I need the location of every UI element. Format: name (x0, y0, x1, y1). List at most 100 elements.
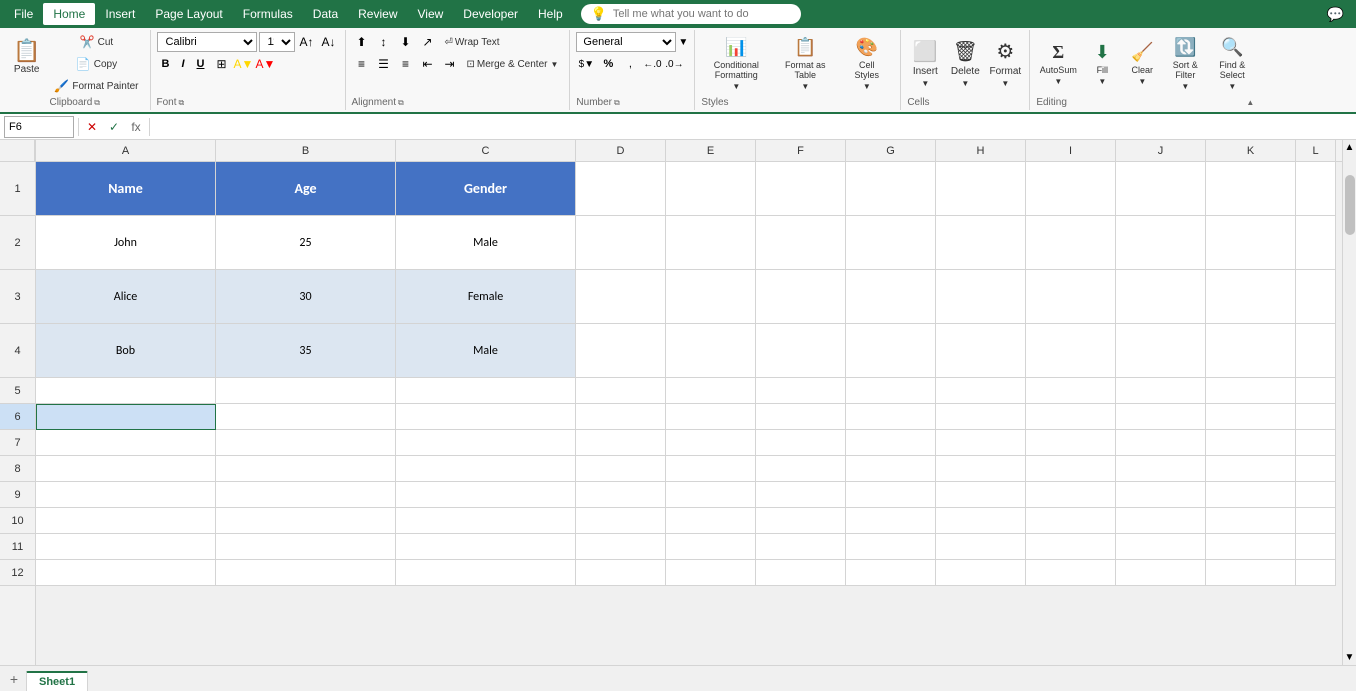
cell-a2[interactable]: John (36, 216, 216, 270)
row-header-2[interactable]: 2 (0, 216, 35, 270)
cell-l12[interactable] (1296, 560, 1336, 586)
cell-b2[interactable]: 25 (216, 216, 396, 270)
cell-d12[interactable] (576, 560, 666, 586)
cell-b8[interactable] (216, 456, 396, 482)
menu-review[interactable]: Review (348, 3, 407, 25)
cell-i12[interactable] (1026, 560, 1116, 586)
cell-k10[interactable] (1206, 508, 1296, 534)
cell-d6[interactable] (576, 404, 666, 430)
cell-b3[interactable]: 30 (216, 270, 396, 324)
alignment-expand-icon[interactable]: ⧉ (398, 98, 404, 108)
italic-button[interactable]: I (176, 54, 189, 74)
cell-i6[interactable] (1026, 404, 1116, 430)
col-header-d[interactable]: D (576, 140, 666, 161)
autosum-button[interactable]: Σ AutoSum ▼ (1036, 36, 1080, 92)
cell-a5[interactable] (36, 378, 216, 404)
cell-k9[interactable] (1206, 482, 1296, 508)
cell-c5[interactable] (396, 378, 576, 404)
cell-a9[interactable] (36, 482, 216, 508)
menu-page-layout[interactable]: Page Layout (145, 3, 232, 25)
menu-data[interactable]: Data (303, 3, 348, 25)
cell-g3[interactable] (846, 270, 936, 324)
cell-b11[interactable] (216, 534, 396, 560)
col-header-b[interactable]: B (216, 140, 396, 161)
cell-c1[interactable]: Gender (396, 162, 576, 216)
cell-h5[interactable] (936, 378, 1026, 404)
format-as-table-button[interactable]: 📋 Format as Table ▼ (775, 36, 835, 92)
accounting-format-button[interactable]: $▼ (576, 54, 596, 74)
cell-l4[interactable] (1296, 324, 1336, 378)
border-button[interactable]: ⊞ (211, 54, 231, 74)
align-top-button[interactable]: ⬆ (352, 32, 372, 52)
cell-c7[interactable] (396, 430, 576, 456)
cell-f2[interactable] (756, 216, 846, 270)
font-expand-icon[interactable]: ⧉ (179, 98, 185, 108)
cell-j2[interactable] (1116, 216, 1206, 270)
comma-button[interactable]: , (620, 54, 640, 74)
cell-b7[interactable] (216, 430, 396, 456)
cell-l9[interactable] (1296, 482, 1336, 508)
cell-j1[interactable] (1116, 162, 1206, 216)
col-header-c[interactable]: C (396, 140, 576, 161)
col-header-j[interactable]: J (1116, 140, 1206, 161)
paste-button[interactable]: 📋 Paste (6, 30, 47, 86)
col-header-l[interactable]: L (1296, 140, 1336, 161)
cell-i11[interactable] (1026, 534, 1116, 560)
tell-me-input[interactable] (613, 8, 791, 20)
cell-i3[interactable] (1026, 270, 1116, 324)
cell-b1[interactable]: Age (216, 162, 396, 216)
cell-h12[interactable] (936, 560, 1026, 586)
cell-k1[interactable] (1206, 162, 1296, 216)
percent-button[interactable]: % (598, 54, 618, 74)
cell-f4[interactable] (756, 324, 846, 378)
cell-h4[interactable] (936, 324, 1026, 378)
cell-k12[interactable] (1206, 560, 1296, 586)
cancel-formula-button[interactable]: ✕ (83, 118, 101, 136)
col-header-i[interactable]: I (1026, 140, 1116, 161)
cell-j12[interactable] (1116, 560, 1206, 586)
cell-e7[interactable] (666, 430, 756, 456)
cell-b5[interactable] (216, 378, 396, 404)
col-header-g[interactable]: G (846, 140, 936, 161)
scrollbar-up-button[interactable]: ▲ (1343, 140, 1356, 155)
cell-d1[interactable] (576, 162, 666, 216)
cell-g12[interactable] (846, 560, 936, 586)
editing-expand-icon[interactable]: ▲ (1246, 98, 1254, 107)
cell-e5[interactable] (666, 378, 756, 404)
cell-k11[interactable] (1206, 534, 1296, 560)
cell-e10[interactable] (666, 508, 756, 534)
row-header-5[interactable]: 5 (0, 378, 35, 404)
cell-h9[interactable] (936, 482, 1026, 508)
cell-f8[interactable] (756, 456, 846, 482)
cell-j4[interactable] (1116, 324, 1206, 378)
cell-j7[interactable] (1116, 430, 1206, 456)
cell-k3[interactable] (1206, 270, 1296, 324)
cell-a7[interactable] (36, 430, 216, 456)
fill-color-button[interactable]: A▼ (233, 54, 253, 74)
cell-c2[interactable]: Male (396, 216, 576, 270)
cell-i5[interactable] (1026, 378, 1116, 404)
cell-f5[interactable] (756, 378, 846, 404)
cell-i9[interactable] (1026, 482, 1116, 508)
cell-d3[interactable] (576, 270, 666, 324)
increase-decimal-button[interactable]: .0→ (664, 54, 684, 74)
decrease-decimal-button[interactable]: ←.0 (642, 54, 662, 74)
align-right-button[interactable]: ≡ (396, 54, 416, 74)
format-cell-button[interactable]: ⚙ Format ▼ (987, 36, 1023, 92)
cell-f3[interactable] (756, 270, 846, 324)
cell-d11[interactable] (576, 534, 666, 560)
cell-h6[interactable] (936, 404, 1026, 430)
delete-button[interactable]: 🗑 Delete ▼ (947, 36, 983, 92)
cell-c10[interactable] (396, 508, 576, 534)
insert-function-button[interactable]: fx (127, 118, 145, 136)
cell-l3[interactable] (1296, 270, 1336, 324)
col-header-e[interactable]: E (666, 140, 756, 161)
cell-i8[interactable] (1026, 456, 1116, 482)
cell-k7[interactable] (1206, 430, 1296, 456)
cell-styles-button[interactable]: 🎨 Cell Styles ▼ (839, 36, 894, 92)
menu-insert[interactable]: Insert (95, 3, 145, 25)
cell-j11[interactable] (1116, 534, 1206, 560)
cell-d2[interactable] (576, 216, 666, 270)
align-bottom-button[interactable]: ⬇ (396, 32, 416, 52)
name-box[interactable] (4, 116, 74, 138)
